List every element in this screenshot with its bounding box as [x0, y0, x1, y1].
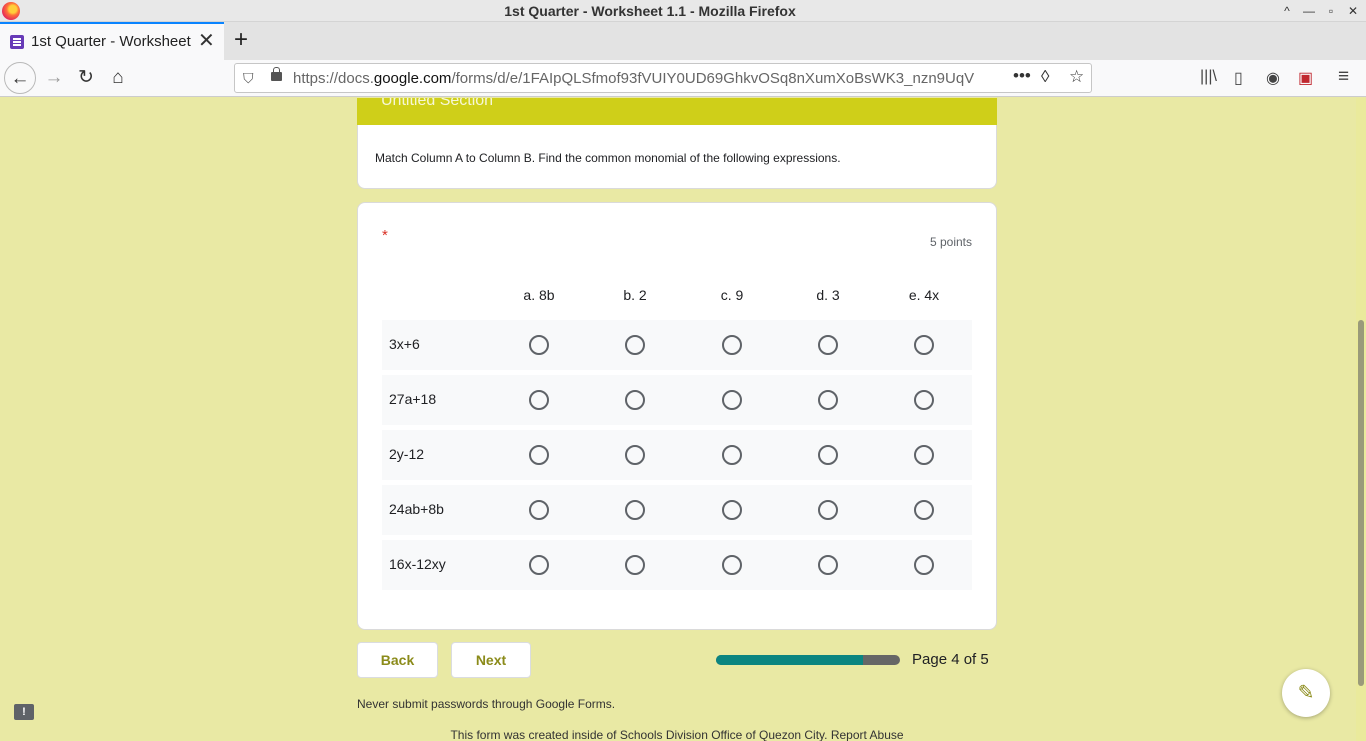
- question-card: * 5 points a. 8b b. 2 c. 9 d. 3 e. 4x 3x…: [357, 202, 997, 630]
- tab-worksheet[interactable]: 1st Quarter - Worksheet 1.1 ✕: [0, 22, 224, 60]
- menu-icon[interactable]: ≡: [1338, 66, 1349, 88]
- window-title: 1st Quarter - Worksheet 1.1 - Mozilla Fi…: [504, 3, 796, 19]
- back-form-button[interactable]: Back: [357, 642, 438, 678]
- radio-button[interactable]: [818, 555, 838, 575]
- radio-button[interactable]: [818, 500, 838, 520]
- tab-title: 1st Quarter - Worksheet 1.1: [31, 33, 195, 50]
- radio-button[interactable]: [722, 555, 742, 575]
- account-icon[interactable]: ◉: [1266, 68, 1280, 88]
- page-indicator: Page 4 of 5: [912, 651, 989, 668]
- radio-button[interactable]: [818, 335, 838, 355]
- radio-button[interactable]: [529, 390, 549, 410]
- radio-button[interactable]: [625, 335, 645, 355]
- points-label: 5 points: [929, 235, 972, 249]
- radio-button[interactable]: [529, 445, 549, 465]
- minimize-button[interactable]: —: [1300, 2, 1318, 20]
- grid-row: 2y-12: [382, 430, 972, 480]
- column-header: d. 3: [816, 287, 840, 303]
- row-label: 27a+18: [389, 391, 437, 407]
- url-path: /forms/d/e/1FAIpQLSfmof93fVUIY0UD69GhkvO…: [451, 70, 975, 87]
- home-button[interactable]: ⌂: [102, 62, 134, 94]
- radio-button[interactable]: [818, 445, 838, 465]
- section-title: Untitled Section: [381, 98, 494, 109]
- radio-button[interactable]: [914, 500, 934, 520]
- column-header: a. 8b: [523, 287, 555, 303]
- sidebar-icon[interactable]: ▯: [1234, 68, 1243, 88]
- row-label: 2y-12: [389, 446, 425, 462]
- url-text[interactable]: https://docs.google.com/forms/d/e/1FAIpQ…: [293, 70, 1005, 87]
- bookmark-star-icon[interactable]: ☆: [1069, 67, 1084, 87]
- radio-button[interactable]: [625, 390, 645, 410]
- row-label: 16x-12xy: [389, 556, 446, 572]
- url-prefix: https://docs.: [293, 70, 374, 87]
- url-host: google.com: [373, 70, 452, 87]
- radio-button[interactable]: [914, 335, 934, 355]
- radio-button[interactable]: [818, 390, 838, 410]
- reload-button[interactable]: ↻: [70, 62, 102, 94]
- tab-close-icon[interactable]: ✕: [198, 30, 215, 52]
- navigation-toolbar: ← → ↻ ⌂ ⛉ https://docs.google.com/forms/…: [0, 60, 1366, 97]
- tracking-shield-icon[interactable]: ⛉: [243, 70, 254, 87]
- radio-button[interactable]: [529, 500, 549, 520]
- url-bar[interactable]: ⛉ https://docs.google.com/forms/d/e/1FAI…: [234, 63, 1092, 93]
- scrollbar[interactable]: [1356, 98, 1366, 741]
- column-header: b. 2: [623, 287, 647, 303]
- scrollbar-thumb[interactable]: [1358, 320, 1364, 686]
- window-titlebar: 1st Quarter - Worksheet 1.1 - Mozilla Fi…: [0, 0, 1366, 22]
- google-forms-icon: [10, 35, 24, 49]
- progress-fill: [716, 655, 864, 665]
- radio-button[interactable]: [625, 445, 645, 465]
- radio-button[interactable]: [914, 445, 934, 465]
- radio-button[interactable]: [722, 500, 742, 520]
- next-button[interactable]: Next: [451, 642, 531, 678]
- section-card: Match Column A to Column B. Find the com…: [357, 125, 997, 189]
- column-header: e. 4x: [908, 287, 940, 303]
- grid-row: 3x+6: [382, 320, 972, 370]
- radio-button[interactable]: [914, 555, 934, 575]
- grid-row: 16x-12xy: [382, 540, 972, 590]
- forward-button[interactable]: →: [38, 62, 70, 94]
- radio-button[interactable]: [529, 555, 549, 575]
- tab-bar: 1st Quarter - Worksheet 1.1 ✕ +: [0, 22, 1366, 60]
- new-tab-button[interactable]: +: [230, 26, 252, 54]
- radio-button[interactable]: [625, 500, 645, 520]
- form-footer[interactable]: This form was created inside of Schools …: [357, 728, 997, 741]
- back-button[interactable]: ←: [4, 62, 36, 94]
- radio-button[interactable]: [914, 390, 934, 410]
- radio-button[interactable]: [625, 555, 645, 575]
- close-window-button[interactable]: ✕: [1344, 2, 1362, 20]
- form-page: Untitled Section Match Column A to Colum…: [0, 98, 1366, 741]
- pocket-icon[interactable]: ◊: [1041, 67, 1049, 87]
- row-label: 3x+6: [389, 336, 420, 352]
- column-header: c. 9: [720, 287, 744, 303]
- radio-button[interactable]: [722, 445, 742, 465]
- section-header: Untitled Section: [357, 98, 997, 125]
- library-icon[interactable]: |||\: [1200, 68, 1217, 86]
- restore-button[interactable]: ^: [1278, 2, 1296, 20]
- extension-icon[interactable]: ▣: [1298, 68, 1313, 88]
- radio-button[interactable]: [529, 335, 549, 355]
- feedback-icon[interactable]: !: [14, 704, 34, 720]
- radio-button[interactable]: [722, 335, 742, 355]
- radio-button[interactable]: [722, 390, 742, 410]
- required-asterisk: *: [382, 227, 388, 244]
- lock-icon[interactable]: [271, 67, 282, 81]
- grid-row: 24ab+8b: [382, 485, 972, 535]
- page-actions-icon[interactable]: •••: [1013, 66, 1031, 86]
- row-label: 24ab+8b: [389, 501, 444, 517]
- grid-row: 27a+18: [382, 375, 972, 425]
- edit-pencil-icon[interactable]: ✎: [1282, 669, 1330, 717]
- maximize-button[interactable]: ▫: [1322, 2, 1340, 20]
- section-description: Match Column A to Column B. Find the com…: [375, 151, 841, 165]
- password-warning: Never submit passwords through Google Fo…: [357, 697, 616, 711]
- progress-bar: [716, 655, 900, 665]
